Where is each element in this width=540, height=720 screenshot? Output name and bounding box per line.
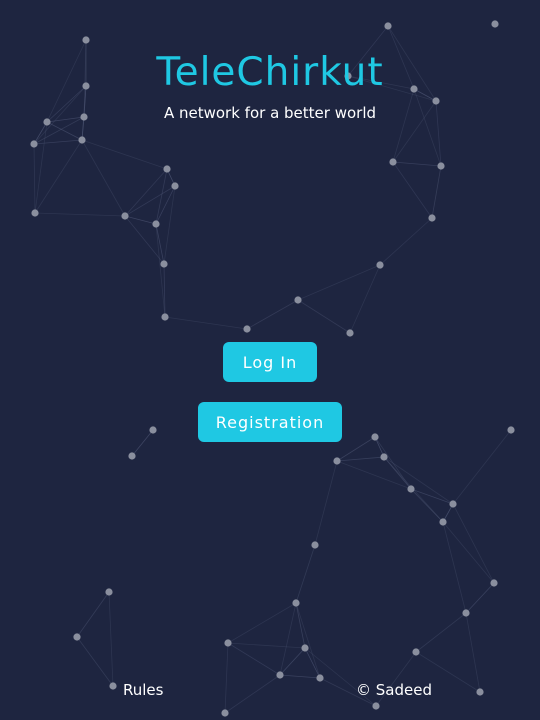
network-node [105, 588, 113, 596]
network-link [410, 488, 454, 505]
network-link [452, 429, 512, 505]
network-node [171, 182, 179, 190]
network-node [301, 644, 309, 652]
network-link [227, 642, 306, 649]
network-node [161, 313, 169, 321]
network-node [292, 599, 300, 607]
network-link [304, 647, 321, 679]
network-node [462, 609, 470, 617]
network-node [389, 158, 397, 166]
network-node [163, 165, 171, 173]
network-node [31, 209, 39, 217]
network-node [121, 212, 129, 220]
network-node [224, 639, 232, 647]
network-link [108, 591, 114, 687]
network-node [384, 22, 392, 30]
network-node [449, 500, 457, 508]
network-node [376, 261, 384, 269]
network-link [297, 299, 351, 334]
network-node [371, 433, 379, 441]
login-button[interactable]: Log In [223, 342, 317, 382]
network-link [224, 674, 281, 714]
network-link [295, 544, 316, 604]
network-node [380, 453, 388, 461]
network-node [372, 702, 380, 710]
network-link [46, 121, 83, 141]
network-node [490, 579, 498, 587]
network-node [221, 709, 229, 717]
network-link [452, 503, 495, 584]
network-node [507, 426, 515, 434]
network-link [349, 264, 381, 334]
rules-link[interactable]: Rules [123, 681, 163, 699]
network-link [33, 139, 83, 145]
network-node [128, 452, 136, 460]
registration-button[interactable]: Registration [198, 402, 342, 442]
network-node [428, 214, 436, 222]
network-link [34, 212, 126, 217]
network-link [431, 165, 442, 219]
app-tagline: A network for a better world [163, 104, 377, 122]
network-link [392, 88, 415, 163]
network-node [73, 633, 81, 641]
network-node [412, 648, 420, 656]
network-node [407, 485, 415, 493]
network-node [439, 518, 447, 526]
network-link [227, 642, 281, 676]
network-link [124, 168, 168, 217]
network-link [131, 429, 154, 457]
network-link [164, 316, 248, 330]
network-link [415, 612, 467, 653]
network-link [295, 602, 306, 649]
network-link [33, 143, 36, 214]
network-link [34, 139, 83, 214]
network-node [491, 20, 499, 28]
network-node [476, 688, 484, 696]
network-link [76, 636, 114, 687]
network-link [155, 223, 166, 318]
network-node [82, 36, 90, 44]
network-link [124, 215, 157, 225]
app-title: TeleChirkut [156, 50, 384, 95]
network-link [76, 591, 110, 638]
network-link [297, 264, 381, 301]
network-node [78, 136, 86, 144]
network-link [279, 647, 306, 676]
network-link [336, 436, 376, 462]
network-link [224, 642, 229, 714]
network-node [109, 682, 117, 690]
network-node [294, 296, 302, 304]
network-node [149, 426, 157, 434]
network-link [295, 602, 321, 679]
network-link [465, 582, 495, 614]
network-node [30, 140, 38, 148]
network-link [227, 602, 297, 644]
network-link [155, 223, 165, 265]
copyright-text: © Sadeed [356, 681, 432, 699]
network-node [243, 325, 251, 333]
network-node [346, 329, 354, 337]
network-link [336, 456, 385, 462]
network-link [279, 602, 297, 676]
network-node [160, 260, 168, 268]
network-node [316, 674, 324, 682]
network-link [465, 612, 481, 693]
network-link [81, 139, 168, 170]
network-link [314, 460, 338, 546]
network-link [81, 139, 126, 217]
network-link [392, 161, 442, 167]
network-node [276, 671, 284, 679]
network-link [279, 674, 321, 679]
network-node [333, 457, 341, 465]
network-node [152, 220, 160, 228]
network-link [246, 299, 299, 330]
network-link [379, 217, 433, 266]
network-link [392, 161, 433, 219]
network-node [311, 541, 319, 549]
network-node [437, 162, 445, 170]
